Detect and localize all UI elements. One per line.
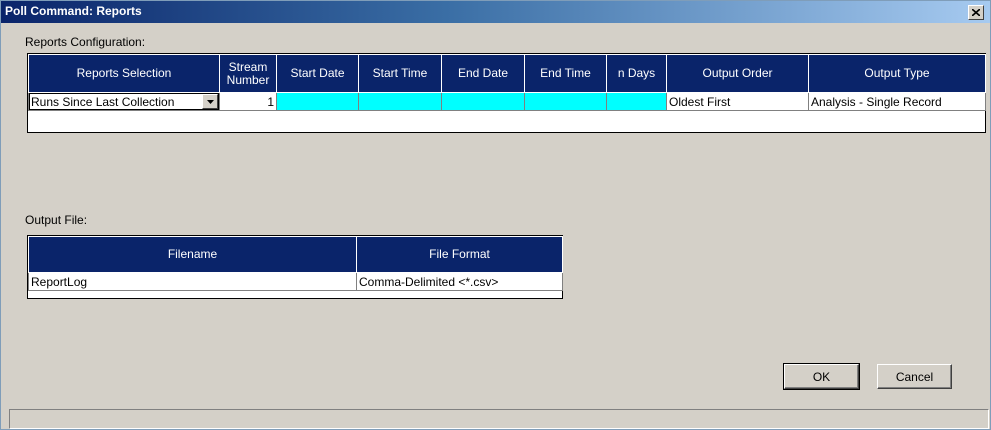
col-header-end-date[interactable]: End Date [441, 54, 525, 93]
col-header-filename[interactable]: Filename [28, 236, 357, 273]
poll-command-dialog: Poll Command: Reports Reports Configurat… [0, 0, 991, 430]
reports-selection-dropdown[interactable]: Runs Since Last Collection [29, 93, 219, 110]
output-order-cell[interactable]: Oldest First [666, 92, 809, 111]
window-title: Poll Command: Reports [5, 4, 142, 18]
col-header-stream-number[interactable]: Stream Number [219, 54, 277, 93]
reports-table: Reports Selection Stream Number Start Da… [28, 54, 986, 111]
output-file-grid: Filename File Format ReportLog Comma-Del… [27, 235, 563, 299]
output-file-table: Filename File Format ReportLog Comma-Del… [28, 236, 563, 291]
dropdown-arrow-button[interactable] [202, 94, 218, 109]
col-header-end-time[interactable]: End Time [524, 54, 607, 93]
end-time-cell[interactable] [524, 92, 607, 111]
chevron-down-icon [206, 99, 214, 104]
col-header-output-type[interactable]: Output Type [808, 54, 986, 93]
col-header-file-format[interactable]: File Format [356, 236, 563, 273]
end-date-cell[interactable] [441, 92, 525, 111]
table-row: Runs Since Last Collection 1 Oldest Firs… [28, 92, 986, 111]
table-row: ReportLog Comma-Delimited <*.csv> [28, 272, 563, 291]
status-bar [9, 409, 989, 429]
start-time-cell[interactable] [358, 92, 442, 111]
output-type-cell[interactable]: Analysis - Single Record [808, 92, 986, 111]
stream-number-cell[interactable]: 1 [219, 92, 277, 111]
close-button[interactable] [968, 5, 984, 20]
cancel-button[interactable]: Cancel [877, 364, 952, 389]
output-file-header-row: Filename File Format [28, 236, 563, 273]
col-header-start-time[interactable]: Start Time [358, 54, 442, 93]
reports-selection-value: Runs Since Last Collection [31, 94, 175, 109]
reports-grid: Reports Selection Stream Number Start Da… [27, 53, 986, 133]
n-days-cell[interactable] [606, 92, 667, 111]
col-header-n-days[interactable]: n Days [606, 54, 667, 93]
col-header-stream-line2: Number [226, 72, 270, 87]
ok-button[interactable]: OK [783, 363, 860, 390]
filename-cell[interactable]: ReportLog [28, 272, 357, 291]
reports-selection-cell[interactable]: Runs Since Last Collection [28, 92, 220, 111]
col-header-reports-selection[interactable]: Reports Selection [28, 54, 220, 93]
col-header-stream-line1: Stream [228, 59, 268, 74]
start-date-cell[interactable] [276, 92, 359, 111]
file-format-cell[interactable]: Comma-Delimited <*.csv> [356, 272, 563, 291]
title-bar: Poll Command: Reports [1, 1, 990, 23]
col-header-output-order[interactable]: Output Order [666, 54, 809, 93]
output-file-label: Output File: [25, 213, 88, 227]
reports-header-row: Reports Selection Stream Number Start Da… [28, 54, 986, 93]
reports-configuration-label: Reports Configuration: [25, 35, 146, 49]
col-header-start-date[interactable]: Start Date [276, 54, 359, 93]
close-icon [972, 9, 980, 16]
